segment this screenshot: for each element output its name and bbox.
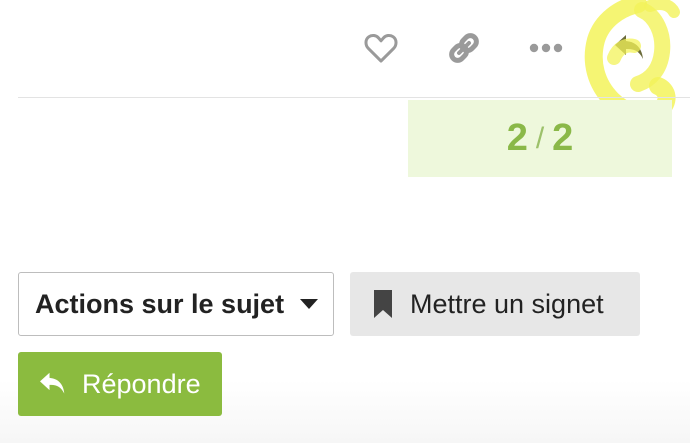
topic-actions-dropdown[interactable]: Actions sur le sujet — [18, 272, 334, 336]
reply-to-post-button[interactable] — [602, 20, 658, 76]
caret-down-icon — [299, 298, 319, 310]
ellipsis-icon — [529, 43, 563, 53]
reply-arrow-icon — [615, 35, 643, 59]
like-button[interactable] — [353, 20, 409, 76]
bookmark-button[interactable]: Mettre un signet — [350, 272, 640, 336]
topic-page: 2 / 2 Actions sur le sujet Mettre un sig… — [0, 0, 690, 443]
more-options-button[interactable] — [518, 20, 574, 76]
reply-button[interactable]: Répondre — [18, 352, 222, 416]
topic-progress-indicator[interactable]: 2 / 2 — [408, 100, 672, 177]
progress-total: 2 — [552, 117, 574, 159]
reply-label: Répondre — [82, 368, 201, 399]
link-icon — [449, 33, 479, 63]
topic-actions-label: Actions sur le sujet — [35, 288, 285, 319]
reply-icon — [38, 371, 68, 397]
post-divider — [18, 97, 690, 98]
post-controls — [0, 0, 690, 124]
progress-separator: / — [535, 121, 545, 155]
bookmark-icon — [372, 289, 394, 319]
copy-link-button[interactable] — [436, 20, 492, 76]
progress-current: 2 — [506, 117, 528, 159]
heart-icon — [364, 33, 398, 63]
bookmark-label: Mettre un signet — [410, 288, 604, 319]
